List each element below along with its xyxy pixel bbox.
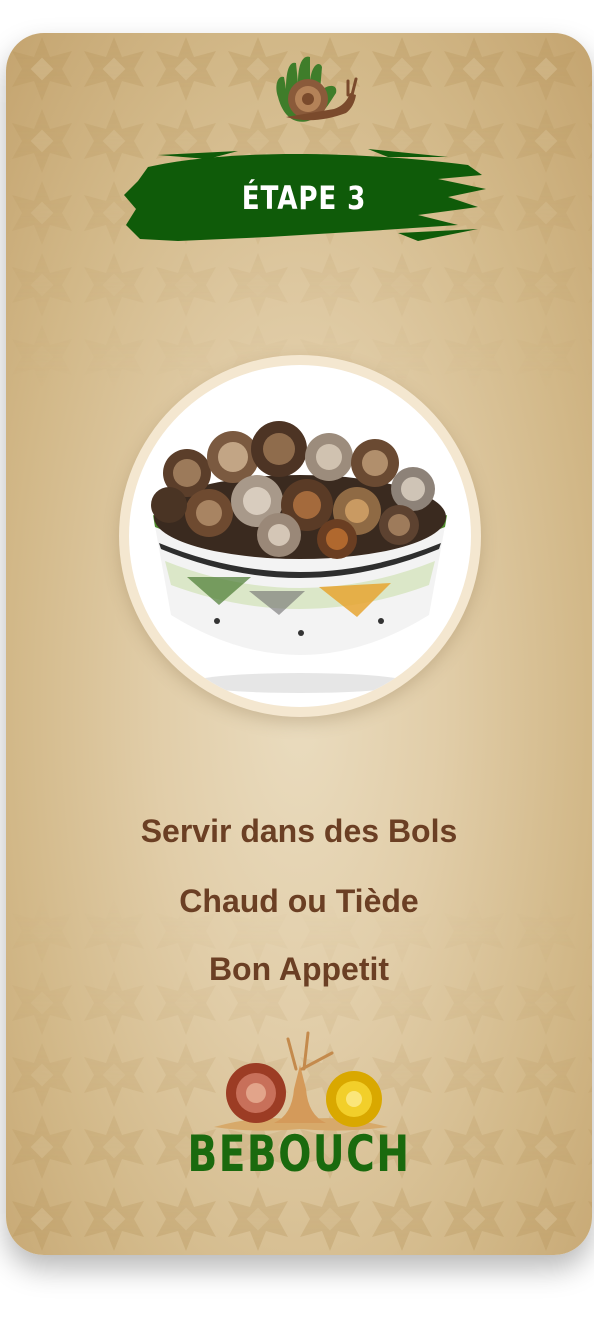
instruction-hot-or-warm: Chaud ou Tiède bbox=[179, 883, 419, 919]
dish-photo-frame bbox=[119, 355, 481, 717]
instruction-serve-bowls: Servir dans des Bols bbox=[140, 813, 458, 849]
dish-photo bbox=[129, 365, 471, 707]
two-snails-icon bbox=[214, 1031, 388, 1131]
step-title: ÉTAPE 3 bbox=[241, 179, 367, 217]
hand-snail-logo-icon bbox=[276, 56, 358, 122]
instruction-bon-appetit: Bon Appetit bbox=[208, 951, 390, 987]
bowl-of-snails-illustration bbox=[151, 421, 447, 693]
recipe-step-card: ÉTAPE 3 Servir dans des Bols Chaud ou Ti… bbox=[6, 33, 592, 1255]
brand-name: BEBOUCH bbox=[187, 1125, 411, 1183]
